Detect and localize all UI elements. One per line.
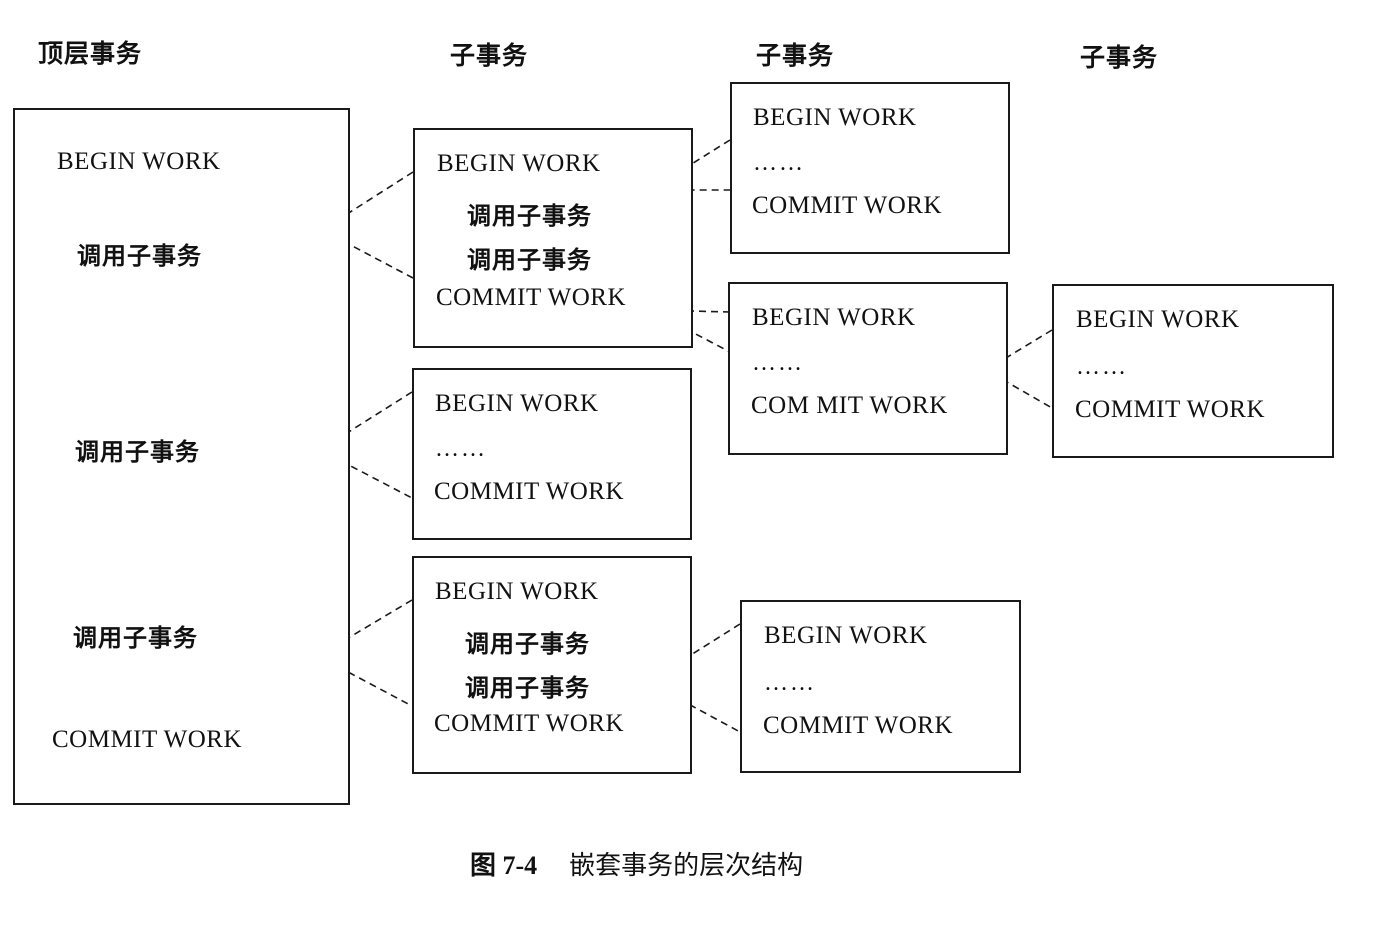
begin-work-label: BEGIN WORK: [764, 622, 928, 649]
commit-work-label: COMMIT WORK: [434, 710, 625, 737]
call-subtransaction-label: 调用子事务: [465, 630, 590, 658]
sub-transaction-a1-box: BEGIN WORK …… COMMIT WORK: [730, 82, 1010, 254]
ellipsis-placeholder: ……: [1076, 354, 1128, 380]
sub-transaction-a-box: BEGIN WORK 调用子事务 调用子事务 COMMIT WORK: [413, 128, 693, 348]
ellipsis-placeholder: ……: [752, 350, 804, 376]
figure-caption: 图 7-4 嵌套事务的层次结构: [470, 845, 803, 882]
commit-work-label: COMMIT WORK: [763, 712, 954, 739]
call-subtransaction-label: 调用子事务: [467, 246, 592, 274]
ellipsis-placeholder: ……: [753, 150, 805, 176]
figure-title: 嵌套事务的层次结构: [569, 851, 804, 881]
begin-work-label: BEGIN WORK: [753, 104, 917, 131]
begin-work-label: BEGIN WORK: [435, 578, 599, 605]
call-subtransaction-label: 调用子事务: [467, 202, 592, 230]
top-level-transaction-box: BEGIN WORK 调用子事务 调用子事务 调用子事务 COMMIT WORK: [13, 108, 350, 805]
commit-work-label: COM MIT WORK: [751, 392, 948, 419]
sub-transaction-c-box: BEGIN WORK 调用子事务 调用子事务 COMMIT WORK: [412, 556, 692, 774]
call-subtransaction-label: 调用子事务: [465, 674, 590, 702]
begin-work-label: BEGIN WORK: [57, 148, 221, 175]
commit-work-label: COMMIT WORK: [434, 478, 625, 505]
begin-work-label: BEGIN WORK: [437, 150, 601, 177]
sub-transaction-b-box: BEGIN WORK …… COMMIT WORK: [412, 368, 692, 540]
commit-work-label: COMMIT WORK: [1075, 396, 1266, 423]
begin-work-label: BEGIN WORK: [752, 304, 916, 331]
commit-work-label: COMMIT WORK: [436, 284, 627, 311]
commit-work-label: COMMIT WORK: [52, 726, 243, 753]
sub-transaction-c1-box: BEGIN WORK …… COMMIT WORK: [740, 600, 1021, 773]
call-subtransaction-label: 调用子事务: [73, 624, 198, 652]
ellipsis-placeholder: ……: [435, 436, 487, 462]
begin-work-label: BEGIN WORK: [1076, 306, 1240, 333]
figure-number: 图 7-4: [470, 851, 538, 880]
call-subtransaction-label: 调用子事务: [75, 438, 200, 466]
begin-work-label: BEGIN WORK: [435, 390, 599, 417]
ellipsis-placeholder: ……: [764, 670, 816, 696]
sub-transaction-a2-child-box: BEGIN WORK …… COMMIT WORK: [1052, 284, 1334, 458]
commit-work-label: COMMIT WORK: [752, 192, 943, 219]
call-subtransaction-label: 调用子事务: [77, 242, 202, 270]
sub-transaction-a2-box: BEGIN WORK …… COM MIT WORK: [728, 282, 1008, 455]
